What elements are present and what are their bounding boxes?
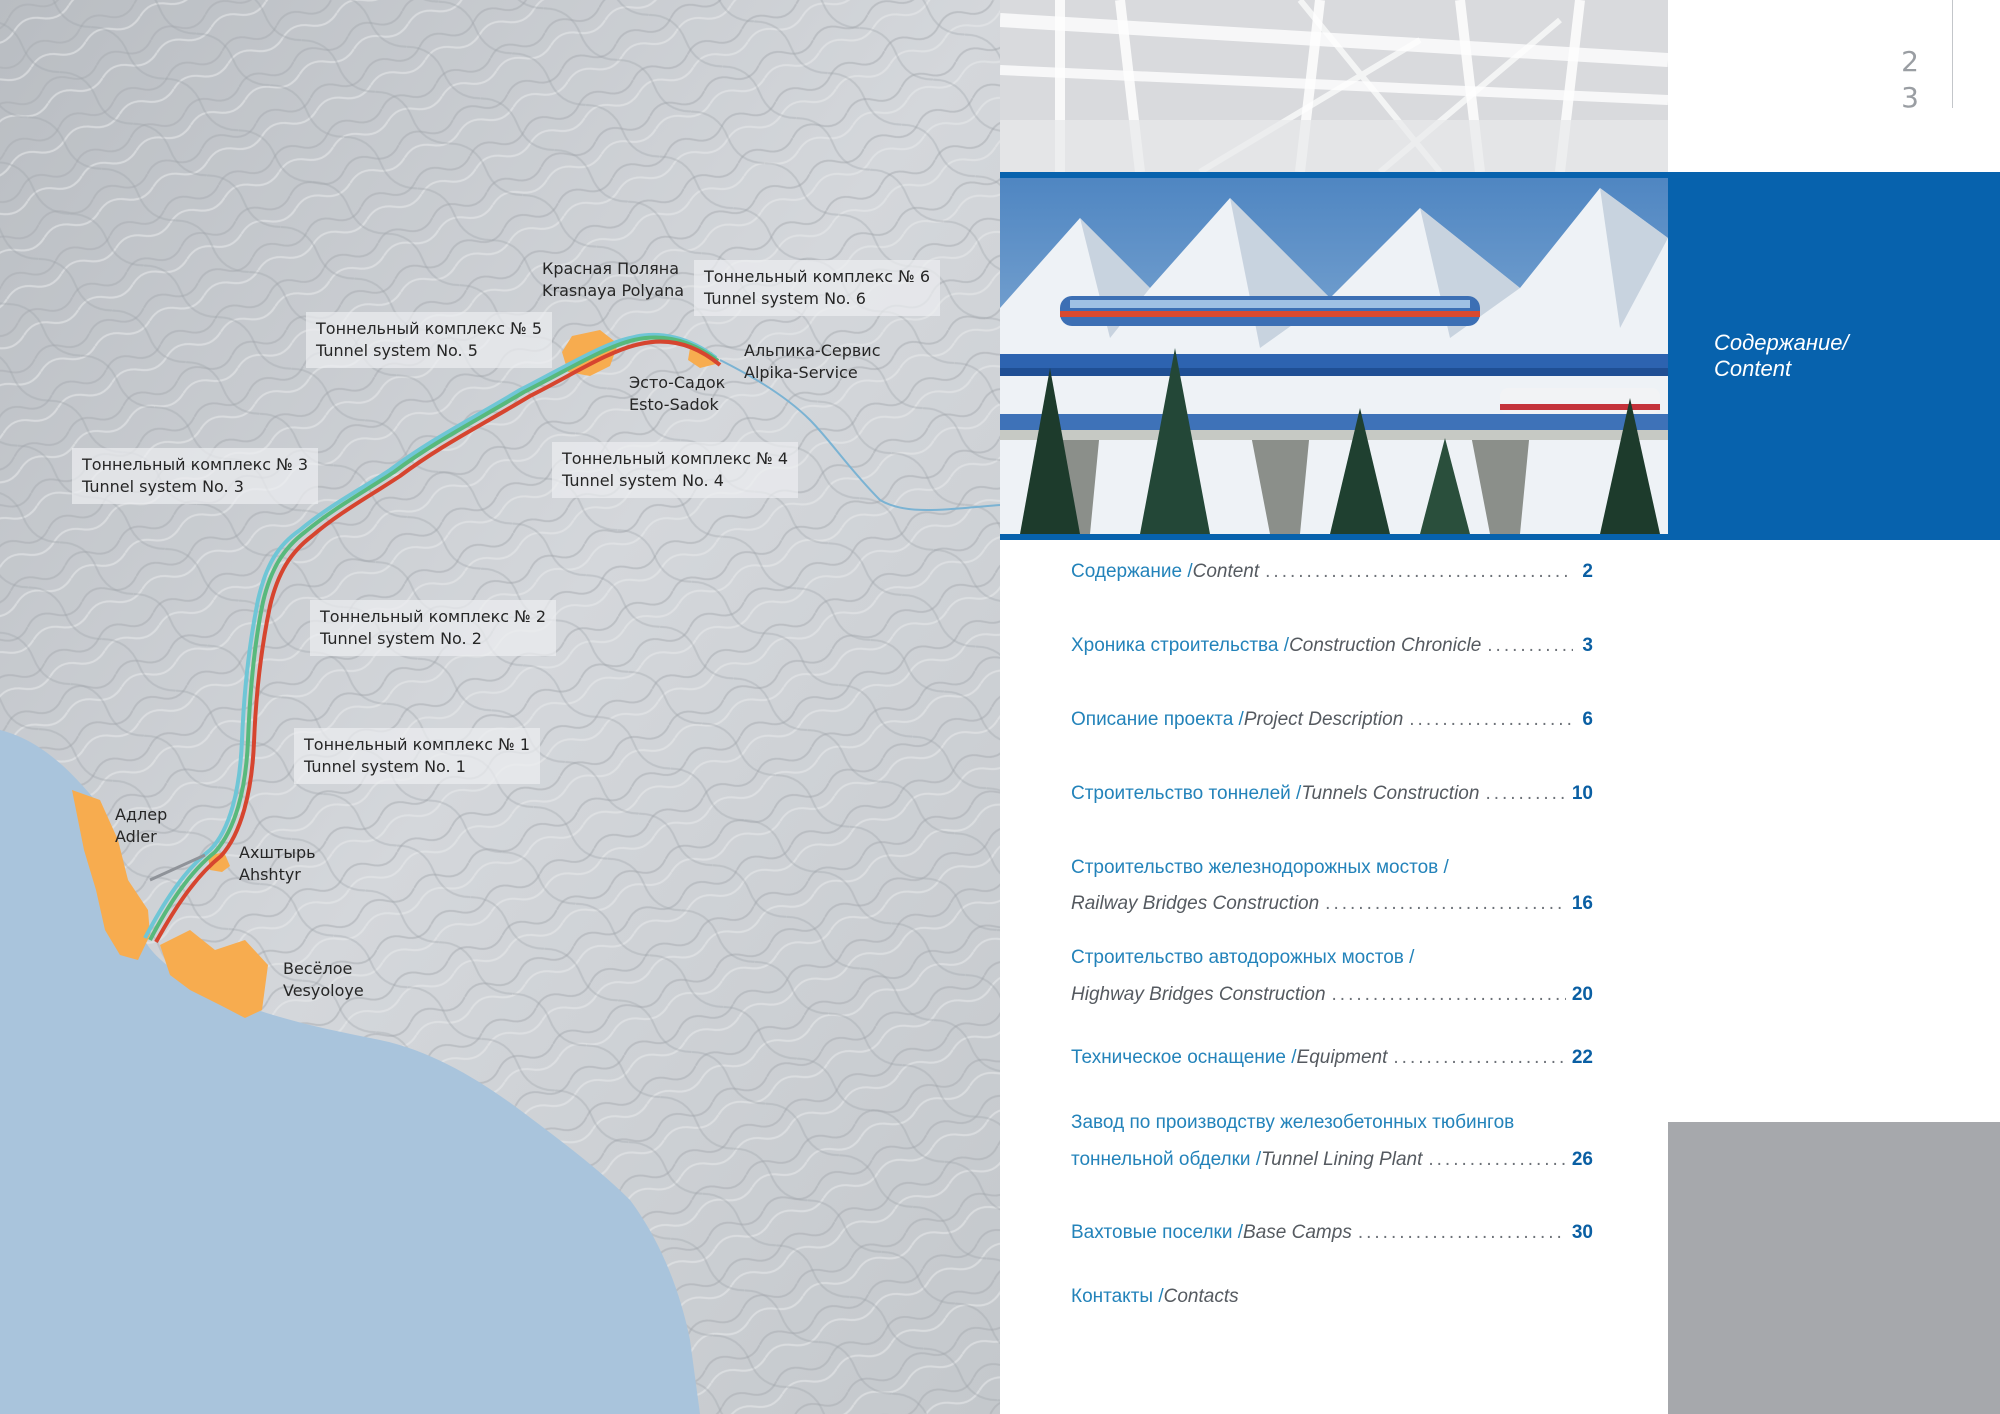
- label-tunnel-system-3: Тоннельный комплекс № 3 Tunnel system No…: [72, 448, 319, 504]
- toc-title-ru: Строительство тоннелей /: [1071, 783, 1302, 804]
- toc-title-ru: Завод по производству железобетонных тюб…: [1071, 1112, 1515, 1133]
- place-ru: Красная Поляна: [542, 259, 680, 278]
- toc-title-ru: Описание проекта /: [1071, 709, 1244, 730]
- toc-title-ru: Строительство железнодорожных мостов /: [1071, 857, 1449, 878]
- toc-leader-dots: ........................................…: [1485, 783, 1566, 804]
- toc-entry-contacts[interactable]: Контакты / Contacts: [1071, 1282, 1593, 1312]
- toc-leader-dots: ........................................…: [1393, 1047, 1565, 1068]
- toc-leader-dots: ........................................…: [1331, 984, 1566, 1005]
- label-en: Tunnel system No. 2: [320, 629, 482, 648]
- place-adler: Адлер Adler: [115, 804, 167, 848]
- label-tunnel-system-1: Тоннельный комплекс № 1 Tunnel system No…: [294, 728, 541, 784]
- toc-page-number: 2: [1582, 561, 1593, 582]
- toc-title-ru: Хроника строительства /: [1071, 635, 1290, 656]
- place-en: Vesyoloye: [283, 981, 364, 1000]
- toc-entry-base-camps[interactable]: Вахтовые поселки / Base Camps ..........…: [1071, 1218, 1593, 1248]
- page-numbers: 2 3: [1880, 44, 1940, 116]
- top-photo-structure: [1000, 0, 1668, 172]
- toc-title-ru-continued: тоннельной обделки /: [1071, 1149, 1262, 1170]
- place-en: Esto-Sadok: [629, 395, 719, 414]
- place-en: Krasnaya Polyana: [542, 281, 685, 300]
- toc-title-en: Tunnel Lining Plant: [1261, 1149, 1423, 1170]
- toc-page-number: 20: [1571, 984, 1593, 1005]
- toc-title-en: Content: [1192, 561, 1260, 582]
- toc-title-en: Railway Bridges Construction: [1071, 893, 1320, 914]
- toc-title-en: Equipment: [1296, 1047, 1388, 1068]
- hero-photo-train-bridge: [1000, 178, 1668, 534]
- toc-page-number: 30: [1571, 1222, 1593, 1243]
- label-tunnel-system-4: Тоннельный комплекс № 4 Tunnel system No…: [552, 442, 799, 498]
- toc-entry-tunnels-construction[interactable]: Строительство тоннелей / Tunnels Constru…: [1071, 779, 1593, 809]
- toc-entry-project-description[interactable]: Описание проекта / Project Description .…: [1071, 705, 1593, 735]
- toc-entry-construction-chronicle[interactable]: Хроника строительства / Construction Chr…: [1071, 631, 1593, 661]
- toc-page-number: 16: [1571, 893, 1593, 914]
- label-ru: Тоннельный комплекс № 4: [562, 449, 789, 468]
- toc-page-number: 6: [1582, 709, 1593, 730]
- toc-leader-dots: ........................................…: [1357, 1222, 1566, 1243]
- toc-title-en: Contacts: [1163, 1286, 1239, 1307]
- page-number-left: 2: [1901, 45, 1919, 78]
- label-ru: Тоннельный комплекс № 3: [82, 455, 309, 474]
- toc-entry-tunnel-lining-plant[interactable]: Завод по производству железобетонных тюб…: [1071, 1108, 1593, 1175]
- toc-leader-dots: ........................................…: [1265, 561, 1573, 582]
- label-tunnel-system-5: Тоннельный комплекс № 5 Tunnel system No…: [306, 312, 553, 368]
- toc-entry-content[interactable]: Содержание / Content ...................…: [1071, 557, 1593, 587]
- toc-title-ru: Содержание /: [1071, 561, 1193, 582]
- section-title-line-2: Content: [1714, 356, 1792, 381]
- toc-entry-equipment[interactable]: Техническое оснащение / Equipment ......…: [1071, 1043, 1593, 1073]
- route-map: Тоннельный комплекс № 6 Tunnel system No…: [0, 0, 1000, 1414]
- section-title: Содержание/ Content: [1714, 330, 1849, 382]
- place-ru: Ахштырь: [239, 843, 316, 862]
- place-ahshtyr: Ахштырь Ahshtyr: [239, 842, 316, 886]
- place-ru: Весёлое: [283, 959, 353, 978]
- place-alpika-service: Альпика-Сервис Alpika-Service: [744, 340, 881, 384]
- place-ru: Альпика-Сервис: [744, 341, 881, 360]
- toc-title-en: Highway Bridges Construction: [1071, 984, 1326, 1005]
- toc-leader-dots: ........................................…: [1487, 635, 1573, 656]
- page-number-right: 3: [1901, 81, 1919, 114]
- toc-leader-dots: ........................................…: [1325, 893, 1566, 914]
- label-ru: Тоннельный комплекс № 5: [316, 319, 543, 338]
- place-ru: Эсто-Садок: [629, 373, 726, 392]
- toc-title-en: Construction Chronicle: [1289, 635, 1482, 656]
- label-en: Tunnel system No. 1: [304, 757, 466, 776]
- toc-entry-highway-bridges[interactable]: Строительство автодорожных мостов / High…: [1071, 943, 1593, 1010]
- place-krasnaya-polyana: Красная Поляна Krasnaya Polyana: [542, 258, 684, 302]
- toc-leader-dots: ........................................…: [1428, 1149, 1565, 1170]
- place-ru: Адлер: [115, 805, 168, 824]
- label-ru: Тоннельный комплекс № 1: [304, 735, 531, 754]
- toc-entry-railway-bridges[interactable]: Строительство железнодорожных мостов / R…: [1071, 853, 1593, 919]
- toc-page-number: 10: [1571, 783, 1593, 804]
- map-graphic: [0, 0, 1000, 1414]
- label-en: Tunnel system No. 3: [82, 477, 244, 496]
- toc-title-en: Project Description: [1243, 709, 1404, 730]
- label-en: Tunnel system No. 5: [316, 341, 478, 360]
- label-ru: Тоннельный комплекс № 6: [704, 267, 931, 286]
- place-en: Adler: [115, 827, 157, 846]
- place-vesyoloye: Весёлое Vesyoloye: [283, 958, 364, 1002]
- toc-page-number: 3: [1582, 635, 1593, 656]
- gray-decor-block: [1668, 1122, 2000, 1414]
- toc-title-en: Tunnels Construction: [1301, 783, 1480, 804]
- toc-title-ru: Вахтовые поселки /: [1071, 1222, 1244, 1243]
- place-esto-sadok: Эсто-Садок Esto-Sadok: [629, 372, 725, 416]
- toc-leader-dots: ........................................…: [1409, 709, 1573, 730]
- section-title-line-1: Содержание/: [1714, 330, 1849, 355]
- label-tunnel-system-6: Тоннельный комплекс № 6 Tunnel system No…: [694, 260, 941, 316]
- toc-title-en: Base Camps: [1243, 1222, 1352, 1243]
- label-en: Tunnel system No. 6: [704, 289, 866, 308]
- label-ru: Тоннельный комплекс № 2: [320, 607, 547, 626]
- toc-title-ru: Техническое оснащение /: [1071, 1047, 1297, 1068]
- toc-page-number: 22: [1571, 1047, 1593, 1068]
- place-en: Ahshtyr: [239, 865, 301, 884]
- toc-page-number: 26: [1571, 1149, 1593, 1170]
- label-tunnel-system-2: Тоннельный комплекс № 2 Tunnel system No…: [310, 600, 557, 656]
- place-en: Alpika-Service: [744, 363, 858, 382]
- toc-title-ru: Контакты /: [1071, 1286, 1164, 1307]
- label-en: Tunnel system No. 4: [562, 471, 724, 490]
- toc-title-ru: Строительство автодорожных мостов /: [1071, 947, 1415, 968]
- divider-line: [1952, 0, 1953, 108]
